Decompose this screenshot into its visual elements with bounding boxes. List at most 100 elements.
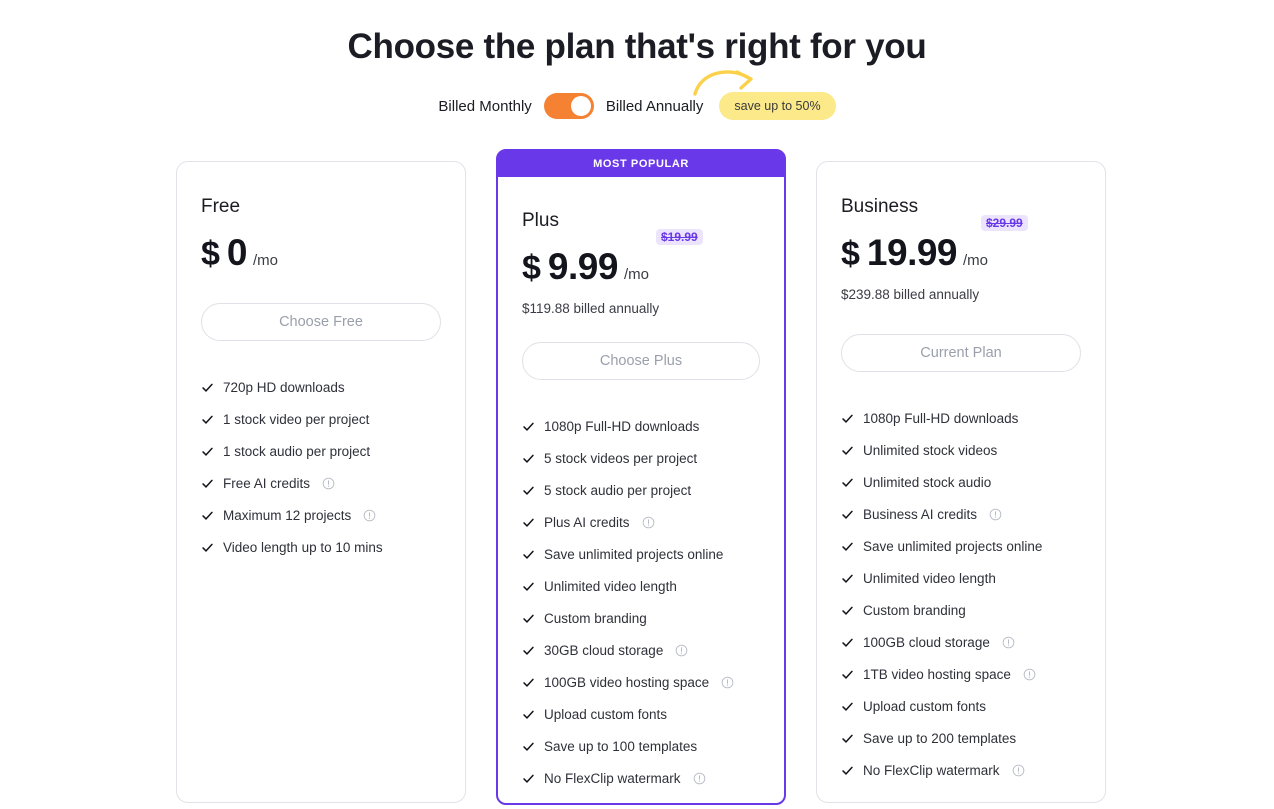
check-icon — [842, 414, 853, 423]
check-icon — [842, 670, 853, 679]
feature-list-plus: 1080p Full-HD downloads 5 stock videos pe… — [522, 410, 760, 794]
info-icon[interactable] — [322, 477, 335, 490]
pricing-page: Choose the plan that's right for you Bil… — [0, 0, 1274, 809]
most-popular-badge: MOST POPULAR — [498, 151, 784, 177]
choose-plus-button[interactable]: Choose Plus — [522, 342, 760, 380]
feature-label: 1 stock audio per project — [223, 443, 371, 459]
info-icon[interactable] — [363, 509, 376, 522]
feature-item: No FlexClip watermark — [522, 762, 760, 794]
feature-item: Maximum 12 projects — [201, 499, 441, 531]
check-icon — [842, 446, 853, 455]
feature-item: Unlimited stock audio — [841, 466, 1081, 498]
check-icon — [523, 582, 534, 591]
feature-item: 5 stock videos per project — [522, 442, 760, 474]
feature-label: No FlexClip watermark — [544, 770, 681, 786]
plan-body-business: Business $ 19.99 /mo $29.99 $239.88 bill… — [817, 162, 1105, 786]
plan-cards: Free $ 0 /mo Choose Free 720p HD downloa… — [0, 0, 1274, 809]
old-price-business: $29.99 — [981, 215, 1028, 231]
feature-label: 1 stock video per project — [223, 411, 370, 427]
price-period-business: /mo — [963, 252, 989, 269]
price-currency-plus: $ — [522, 249, 541, 287]
feature-item: Plus AI credits — [522, 506, 760, 538]
feature-item: Save up to 200 templates — [841, 722, 1081, 754]
feature-label: 1080p Full-HD downloads — [863, 410, 1019, 426]
check-icon — [523, 678, 534, 687]
check-icon — [523, 518, 534, 527]
info-icon[interactable] — [989, 508, 1002, 521]
check-icon — [523, 614, 534, 623]
old-price-plus: $19.99 — [656, 229, 703, 245]
price-value-business: 19.99 — [866, 232, 958, 273]
info-icon[interactable] — [1023, 668, 1036, 681]
feature-label: Save unlimited projects online — [544, 546, 724, 562]
feature-item: 1080p Full-HD downloads — [522, 410, 760, 442]
price-period-free: /mo — [253, 252, 279, 269]
check-icon — [842, 766, 853, 775]
feature-item: Business AI credits — [841, 498, 1081, 530]
feature-item: 5 stock audio per project — [522, 474, 760, 506]
check-icon — [523, 422, 534, 431]
info-icon[interactable] — [1012, 764, 1025, 777]
feature-label: 100GB video hosting space — [544, 674, 710, 690]
feature-item: Save up to 100 templates — [522, 730, 760, 762]
feature-item: 100GB cloud storage — [841, 626, 1081, 658]
info-icon[interactable] — [693, 772, 706, 785]
feature-item: Unlimited video length — [522, 570, 760, 602]
price-currency-free: $ — [201, 235, 220, 273]
info-icon[interactable] — [721, 676, 734, 689]
feature-item: Video length up to 10 mins — [201, 531, 441, 563]
feature-label: 5 stock videos per project — [544, 450, 698, 466]
price-value-free: 0 — [226, 232, 248, 273]
feature-label: Upload custom fonts — [863, 698, 987, 714]
check-icon — [842, 542, 853, 551]
feature-label: 30GB cloud storage — [544, 642, 664, 658]
check-icon — [842, 478, 853, 487]
feature-label: Upload custom fonts — [544, 706, 668, 722]
feature-label: 1080p Full-HD downloads — [544, 418, 700, 434]
feature-label: Unlimited video length — [863, 570, 996, 586]
feature-label: Unlimited video length — [544, 578, 677, 594]
feature-item: Unlimited video length — [841, 562, 1081, 594]
plan-name-plus: Plus — [522, 210, 559, 231]
check-icon — [842, 638, 853, 647]
feature-label: 1TB video hosting space — [863, 666, 1011, 682]
check-icon — [523, 774, 534, 783]
feature-label: 5 stock audio per project — [544, 482, 692, 498]
plan-card-free[interactable]: Free $ 0 /mo Choose Free 720p HD downloa… — [176, 161, 466, 803]
info-icon[interactable] — [642, 516, 655, 529]
check-icon — [523, 550, 534, 559]
info-icon[interactable] — [675, 644, 688, 657]
feature-item: 720p HD downloads — [201, 371, 441, 403]
check-icon — [523, 646, 534, 655]
feature-label: Unlimited stock videos — [863, 442, 998, 458]
feature-item: No FlexClip watermark — [841, 754, 1081, 786]
plan-card-plus[interactable]: MOST POPULAR Plus $ 9.99 /mo $19.99 $119… — [496, 149, 786, 805]
check-icon — [842, 702, 853, 711]
feature-label: 100GB cloud storage — [863, 634, 990, 650]
feature-item: 100GB video hosting space — [522, 666, 760, 698]
price-row-business: $ 19.99 /mo $29.99 — [841, 215, 1081, 273]
feature-label: Free AI credits — [223, 475, 311, 491]
plan-body-free: Free $ 0 /mo Choose Free 720p HD downloa… — [177, 162, 465, 563]
feature-item: 30GB cloud storage — [522, 634, 760, 666]
plan-body-plus: Plus $ 9.99 /mo $19.99 $119.88 billed an… — [498, 177, 784, 794]
info-icon[interactable] — [1002, 636, 1015, 649]
feature-item: 1 stock video per project — [201, 403, 441, 435]
plan-card-business[interactable]: Business $ 19.99 /mo $29.99 $239.88 bill… — [816, 161, 1106, 803]
plan-name-business: Business — [841, 196, 919, 217]
check-icon — [523, 454, 534, 463]
check-icon — [202, 415, 213, 424]
check-icon — [202, 447, 213, 456]
choose-free-button[interactable]: Choose Free — [201, 303, 441, 341]
billed-note-business: $239.88 billed annually — [841, 287, 980, 302]
price-row-plus: $ 9.99 /mo $19.99 — [522, 229, 760, 287]
feature-label: Maximum 12 projects — [223, 507, 352, 523]
feature-item: Free AI credits — [201, 467, 441, 499]
check-icon — [842, 734, 853, 743]
price-value-plus: 9.99 — [547, 246, 619, 287]
feature-label: Save up to 100 templates — [544, 738, 698, 754]
feature-item: Upload custom fonts — [522, 698, 760, 730]
current-plan-button[interactable]: Current Plan — [841, 334, 1081, 372]
check-icon — [842, 606, 853, 615]
feature-item: 1TB video hosting space — [841, 658, 1081, 690]
